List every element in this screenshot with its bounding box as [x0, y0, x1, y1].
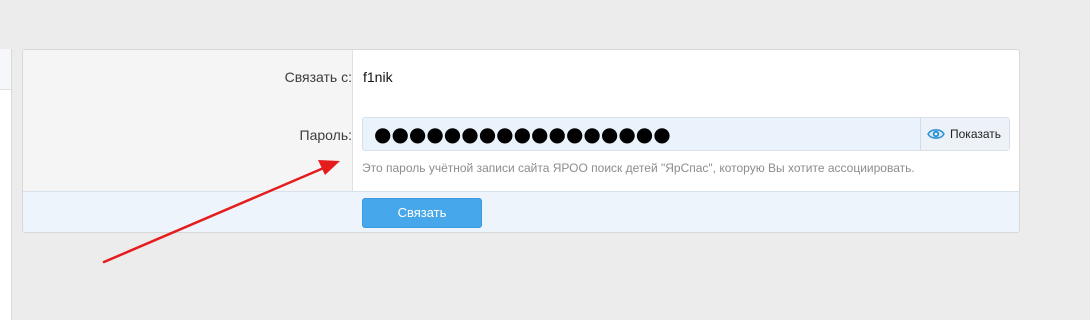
username-value: f1nik [363, 69, 393, 85]
show-password-button[interactable]: Показать [920, 118, 1009, 150]
form-label-column: Связать с: Пароль: [23, 50, 353, 191]
connect-button[interactable]: Связать [362, 198, 482, 228]
password-input[interactable] [363, 118, 921, 150]
left-sidebar-header [0, 49, 11, 90]
form-footer: Связать [23, 191, 1019, 232]
password-field-group: Показать [362, 117, 1010, 151]
eye-icon [927, 127, 945, 141]
show-password-label: Показать [950, 127, 1002, 141]
password-hint: Это пароль учётной записи сайта ЯРОО пои… [362, 161, 915, 175]
password-label: Пароль: [299, 127, 352, 143]
username-label: Связать с: [284, 69, 352, 85]
left-sidebar-panel [0, 49, 12, 320]
connect-account-form: Связать с: Пароль: f1nik Показать Это па… [22, 49, 1020, 233]
